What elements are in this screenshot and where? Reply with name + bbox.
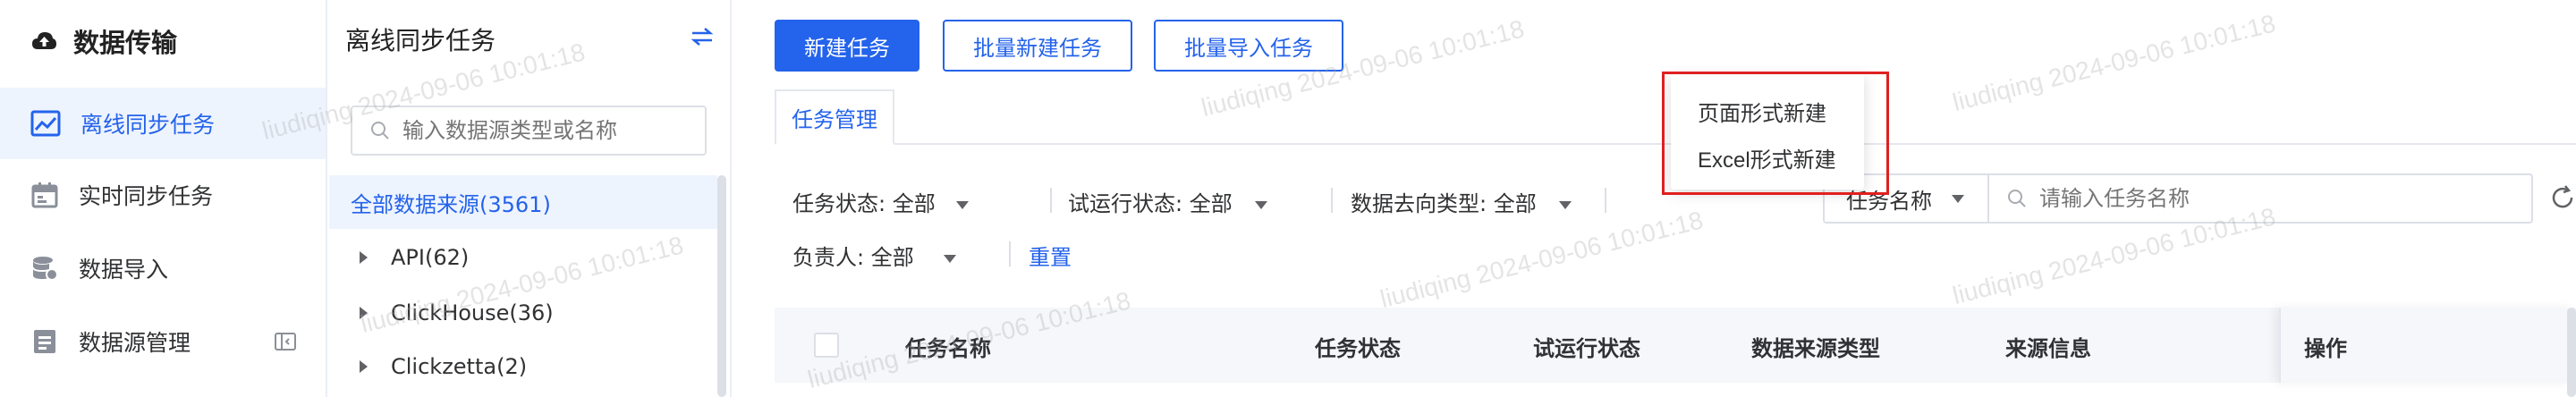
column-header-source-type[interactable]: 数据来源类型 [1751, 331, 1880, 362]
source-search-field[interactable] [351, 106, 707, 156]
tree-node[interactable]: API(62) [360, 240, 469, 275]
owner-filter[interactable]: 负责人: 全部 [792, 240, 957, 271]
select-all-checkbox[interactable] [814, 333, 839, 358]
batch-import-task-button[interactable]: 批量导入任务 [1154, 20, 1343, 72]
tree-node[interactable]: ClickHouse(36) [360, 295, 554, 331]
swap-icon[interactable] [691, 27, 714, 46]
reset-link[interactable]: 重置 [1029, 240, 1072, 271]
tree-node-label: ClickHouse(36) [391, 300, 554, 325]
task-status-filter[interactable]: 任务状态: 全部 [792, 186, 970, 217]
tree-node-all-sources[interactable]: 全部数据来源(3561) [329, 175, 717, 229]
task-status-filter-label: 任务状态: 全部 [792, 191, 936, 216]
column-header-actions: 操作 [2304, 336, 2347, 361]
panel-title: 离线同步任务 [345, 26, 496, 55]
caret-down-icon [944, 254, 957, 263]
table-scrollbar[interactable] [2567, 308, 2576, 397]
caret-down-icon [1559, 200, 1572, 209]
left-nav: 数据传输 离线同步任务 实时同步任务 数据导入 数据源管理 [0, 0, 327, 397]
database-icon [32, 257, 58, 281]
source-tree-panel: 离线同步任务 全部数据来源(3561) API(62) ClickHouse(3… [329, 0, 732, 397]
chart-area-icon [30, 110, 61, 137]
nav-item-label: 实时同步任务 [79, 183, 214, 209]
caret-right-icon[interactable] [360, 360, 368, 373]
column-header-trial-status[interactable]: 试运行状态 [1533, 331, 1640, 362]
tree-node-label: Clickzetta(2) [391, 354, 528, 379]
list-doc-icon [34, 330, 55, 353]
fixed-actions-column: 操作 [2279, 308, 2576, 383]
task-name-search-input[interactable] [2039, 186, 2522, 211]
trial-status-filter-label: 试运行状态: 全部 [1068, 191, 1233, 216]
caret-down-icon [1255, 200, 1268, 209]
task-name-search-field[interactable] [1987, 173, 2533, 224]
caret-down-icon [956, 200, 970, 209]
nav-item-label: 数据导入 [79, 257, 169, 283]
column-header-task-status[interactable]: 任务状态 [1315, 331, 1401, 362]
brand: 数据传输 [30, 23, 177, 59]
divider [1009, 241, 1011, 266]
destination-type-filter[interactable]: 数据去向类型: 全部 [1333, 186, 1572, 217]
column-header-source-info[interactable]: 来源信息 [2005, 331, 2091, 362]
nav-item-label: 离线同步任务 [80, 112, 216, 138]
tree-node-label: API(62) [391, 245, 470, 270]
nav-item-realtime-sync[interactable]: 实时同步任务 [0, 159, 326, 231]
search-icon [2008, 190, 2026, 207]
caret-right-icon[interactable] [360, 307, 368, 319]
trial-status-filter[interactable]: 试运行状态: 全部 [1050, 186, 1268, 217]
refresh-icon[interactable] [2549, 184, 2576, 211]
batch-new-task-button[interactable]: 批量新建任务 [943, 20, 1132, 72]
divider [1605, 188, 1606, 213]
nav-item-offline-sync[interactable]: 离线同步任务 [0, 88, 326, 159]
caret-right-icon[interactable] [360, 251, 368, 264]
annotation-highlight-box [1662, 72, 1889, 195]
caret-down-icon [1952, 194, 1964, 203]
source-search-input[interactable] [402, 118, 689, 143]
search-icon [371, 122, 389, 139]
tree-scrollbar[interactable] [717, 175, 726, 397]
tree-node[interactable]: Clickzetta(2) [360, 349, 527, 384]
collapse-sidebar-icon[interactable] [274, 331, 297, 352]
owner-filter-label: 负责人: 全部 [792, 245, 914, 270]
nav-item-data-import[interactable]: 数据导入 [0, 232, 326, 304]
column-header-task-name[interactable]: 任务名称 [905, 331, 991, 362]
tab-task-management[interactable]: 任务管理 [775, 89, 894, 145]
destination-type-filter-label: 数据去向类型: 全部 [1351, 191, 1537, 216]
table-header: 任务名称 任务状态 试运行状态 数据来源类型 来源信息 操作 [775, 308, 2576, 383]
calendar-icon [31, 182, 58, 208]
cloud-upload-icon [32, 32, 56, 49]
new-task-button[interactable]: 新建任务 [775, 20, 919, 72]
main-content: 新建任务 批量新建任务 批量导入任务 任务管理 任务状态: 全部 试运行状态: … [733, 0, 2576, 397]
brand-title: 数据传输 [73, 28, 178, 58]
nav-item-label: 数据源管理 [79, 330, 191, 356]
